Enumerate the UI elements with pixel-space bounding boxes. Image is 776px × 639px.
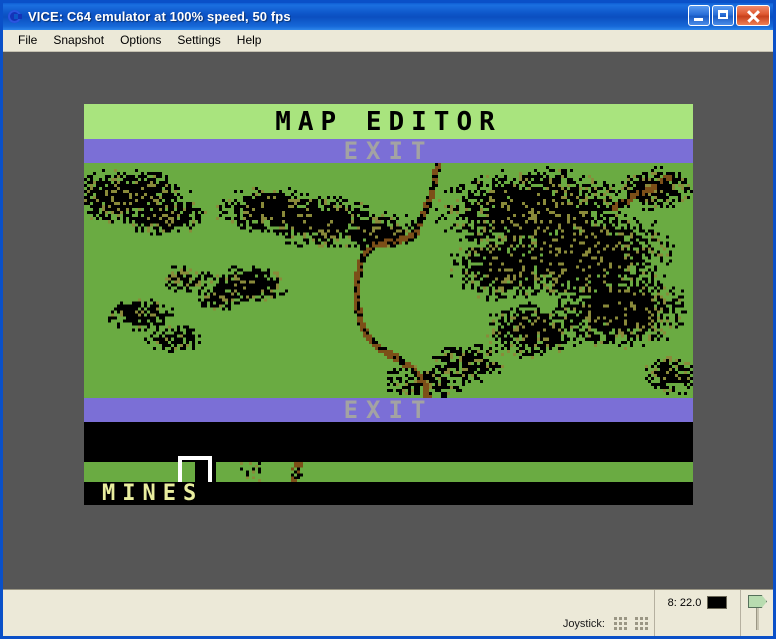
exit-top-label: EXIT: [343, 137, 434, 165]
map-editor-title-band: MAP EDITOR: [84, 104, 693, 139]
exit-button-bottom[interactable]: EXIT: [84, 396, 693, 424]
emulator-canvas-area[interactable]: MAP EDITOR EXIT EXIT MINES: [3, 52, 773, 589]
volume-slider-thumb[interactable]: [748, 595, 767, 608]
joystick-port-1-icon[interactable]: [614, 617, 627, 630]
vice-emulator-window: VICE: C64 emulator at 100% speed, 50 fps…: [0, 0, 776, 639]
status-bar: Joystick: 8: 22.0: [3, 589, 773, 636]
info-band: [84, 422, 693, 462]
drive-status-text: 8: 22.0: [667, 597, 702, 609]
exit-bottom-label: EXIT: [343, 396, 434, 424]
window-controls: [688, 5, 770, 26]
commodore-c-icon: [6, 8, 24, 26]
menu-item-file[interactable]: File: [10, 31, 45, 50]
minimize-button[interactable]: [688, 5, 710, 26]
joystick-port-2-icon[interactable]: [635, 617, 648, 630]
selected-tile-label-band: MINES: [84, 481, 693, 506]
tile-palette-strip[interactable]: [84, 462, 693, 482]
menu-bar: File Snapshot Options Settings Help: [3, 30, 773, 52]
exit-button-top[interactable]: EXIT: [84, 137, 693, 165]
window-titlebar[interactable]: VICE: C64 emulator at 100% speed, 50 fps: [3, 3, 773, 30]
status-left-pane: Joystick:: [3, 590, 655, 636]
menu-item-help[interactable]: Help: [229, 31, 270, 50]
c64-screen[interactable]: MAP EDITOR EXIT EXIT MINES: [84, 104, 693, 506]
menu-item-settings[interactable]: Settings: [169, 31, 228, 50]
selected-tile-label: MINES: [102, 481, 204, 506]
joystick-label: Joystick:: [562, 618, 605, 630]
map-view[interactable]: [84, 163, 693, 398]
maximize-button[interactable]: [712, 5, 734, 26]
map-editor-title-text: MAP EDITOR: [275, 106, 502, 137]
drive-status-pane[interactable]: 8: 22.0: [655, 590, 741, 636]
map-tile-canvas[interactable]: [84, 163, 693, 398]
drive-led-icon: [707, 596, 728, 609]
menu-item-options[interactable]: Options: [112, 31, 169, 50]
joystick-status: Joystick:: [563, 617, 648, 630]
window-title: VICE: C64 emulator at 100% speed, 50 fps: [28, 9, 291, 24]
menu-item-snapshot[interactable]: Snapshot: [45, 31, 112, 50]
volume-slider-pane[interactable]: [741, 590, 773, 636]
close-button[interactable]: [736, 5, 770, 26]
tile-palette-canvas[interactable]: [84, 462, 693, 482]
